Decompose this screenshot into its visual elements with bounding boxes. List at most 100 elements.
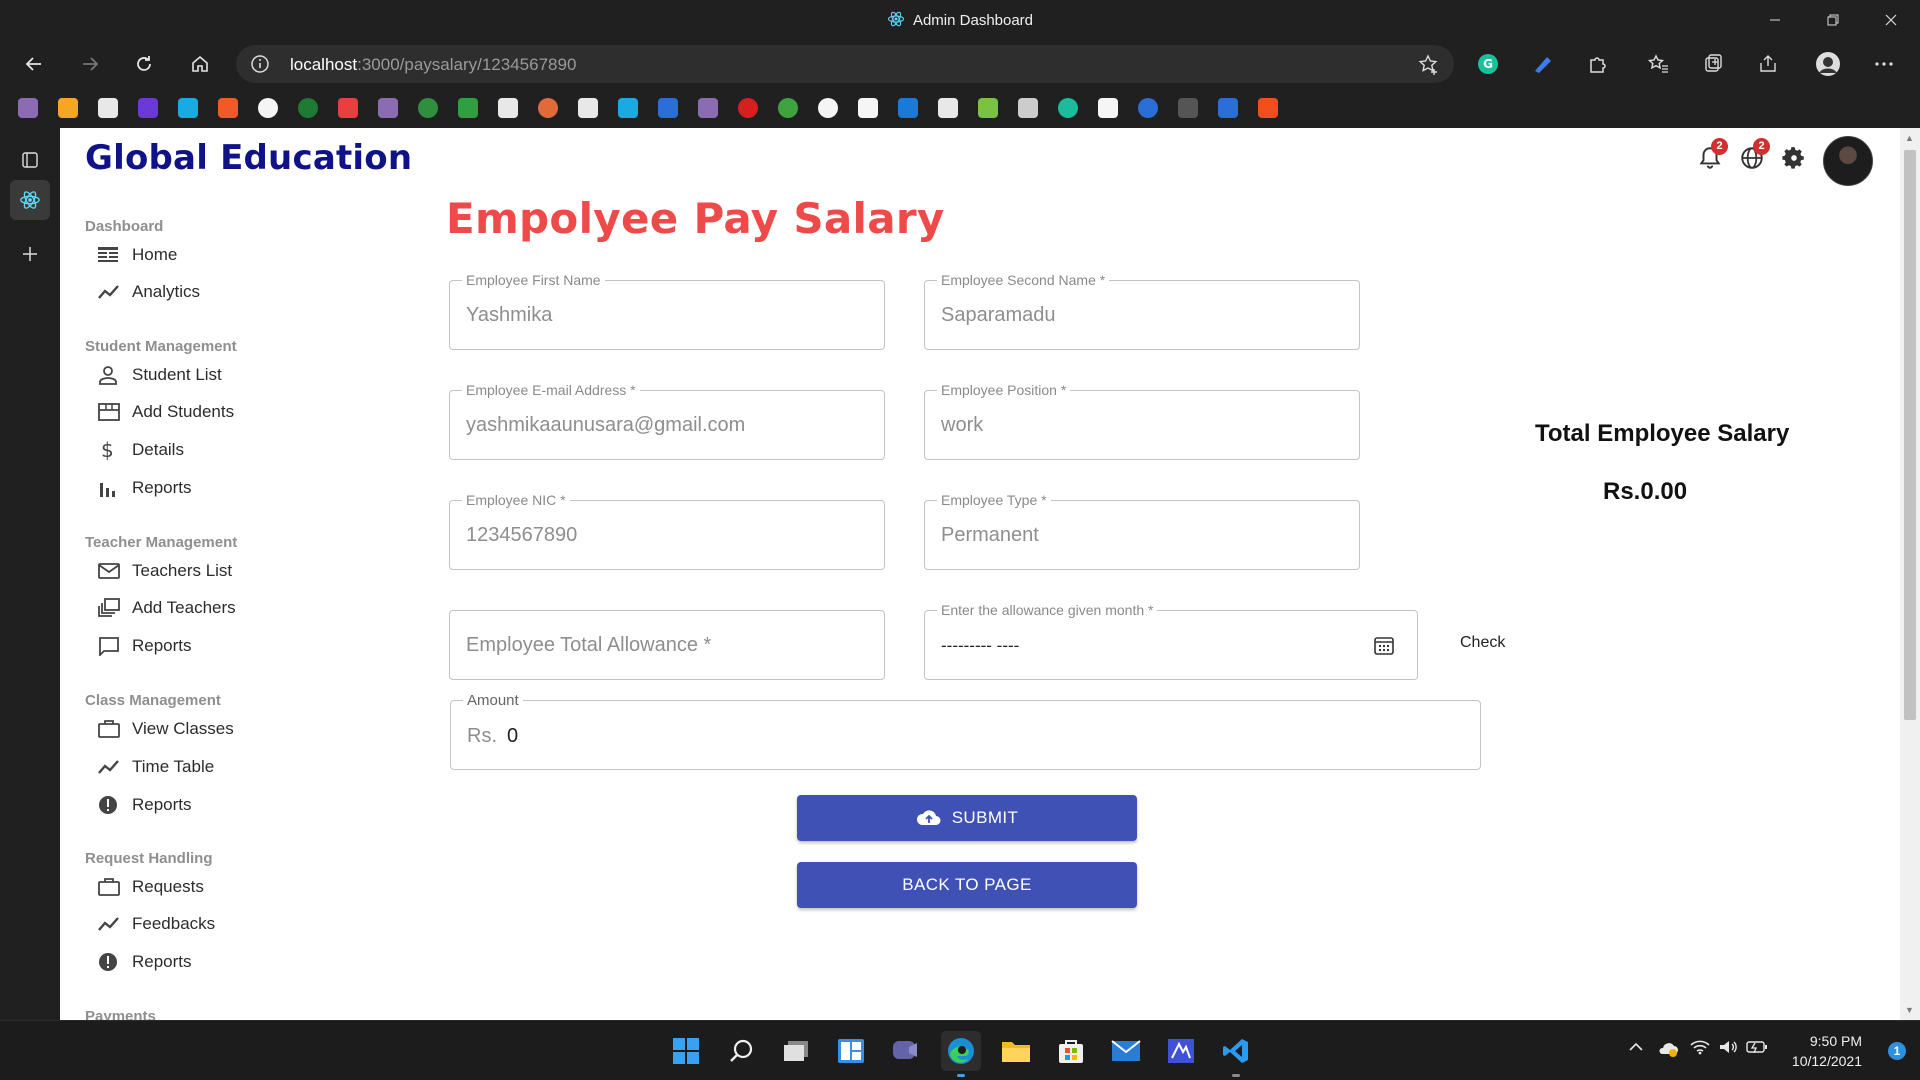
battery-icon[interactable] [1746,1039,1768,1058]
tab-actions-icon[interactable] [10,140,50,180]
bookmark-icon[interactable] [658,98,678,118]
minimize-icon[interactable] [1752,6,1798,34]
favorites-icon[interactable] [1640,46,1676,82]
bookmark-icon[interactable] [778,98,798,118]
language-icon[interactable]: 2 [1736,138,1770,174]
bookmark-icon[interactable] [298,98,318,118]
sidebar-item-view-classes[interactable]: View Classes [98,714,398,744]
sidebar-item-home[interactable]: Home [98,240,398,270]
second-name-field[interactable]: Employee Second Name * Saparamadu [924,272,1360,350]
sidebar-item-class-reports[interactable]: Reports [98,790,398,820]
check-button[interactable]: Check [1460,634,1505,652]
user-avatar[interactable] [1823,136,1873,186]
sidebar-item-add-teachers[interactable]: Add Teachers [98,593,398,623]
brand-logo-text[interactable]: Global Education [85,138,412,178]
settings-gear-icon[interactable] [1778,142,1810,174]
bookmark-icon[interactable] [258,98,278,118]
widgets-icon[interactable] [831,1031,871,1071]
calendar-icon[interactable] [1373,634,1395,661]
info-icon[interactable] [250,54,270,79]
bookmark-icon[interactable] [1218,98,1238,118]
nic-field[interactable]: Employee NIC * 1234567890 [449,492,885,570]
android-icon[interactable] [978,98,998,118]
task-view-icon[interactable] [776,1031,816,1071]
app-icon[interactable] [1161,1031,1201,1071]
add-favorite-icon[interactable] [1418,54,1440,81]
bookmark-page-icon[interactable] [98,98,118,118]
bookmark-icon[interactable] [858,98,878,118]
grammarly-icon[interactable]: G [1470,46,1506,82]
bookmark-page-icon[interactable] [498,98,518,118]
total-allowance-input[interactable]: Employee Total Allowance * [449,610,885,680]
bookmark-page-icon[interactable] [938,98,958,118]
search-icon[interactable] [721,1031,761,1071]
profile-avatar-icon[interactable] [1810,46,1846,82]
more-options-icon[interactable] [1866,46,1902,82]
bookmark-icon[interactable] [1018,98,1038,118]
back-arrow-icon[interactable] [16,46,52,82]
back-to-page-button[interactable]: BACK TO PAGE [797,862,1137,908]
bookmark-icon[interactable] [458,98,478,118]
sidebar-item-teacher-reports[interactable]: Reports [98,631,398,661]
email-field[interactable]: Employee E-mail Address * yashmikaaunusa… [449,382,885,460]
teams-chat-icon[interactable] [886,1031,926,1071]
vscode-icon[interactable] [1216,1031,1256,1077]
sidebar-item-details[interactable]: $ Details [98,435,398,465]
employee-type-field[interactable]: Employee Type * Permanent [924,492,1360,570]
bookmark-icon[interactable] [378,98,398,118]
bookmark-icon[interactable] [698,98,718,118]
forward-arrow-icon[interactable] [72,46,108,82]
microsoft-store-icon[interactable] [1051,1031,1091,1071]
restore-icon[interactable] [1810,6,1856,34]
sidebar-item-add-students[interactable]: Add Students [98,397,398,427]
sidebar-item-time-table[interactable]: Time Table [98,752,398,782]
sidebar-item-request-reports[interactable]: Reports [98,947,398,977]
bookmark-icon[interactable] [538,98,558,118]
edge-browser-icon[interactable] [941,1031,981,1077]
collections-icon[interactable] [1695,46,1731,82]
bookmark-icon[interactable] [178,98,198,118]
close-icon[interactable] [1868,6,1914,34]
figma-icon[interactable] [1258,98,1278,118]
page-scrollbar[interactable]: ▲ ▼ [1900,128,1920,1020]
amount-field[interactable]: Amount Rs. 0 [450,692,1481,770]
sidebar-item-requests[interactable]: Requests [98,872,398,902]
bookmark-icon[interactable] [1098,98,1118,118]
scrollbar-thumb[interactable] [1904,150,1916,720]
bookmark-icon[interactable] [1058,98,1078,118]
sidebar-item-teachers-list[interactable]: Teachers List [98,556,398,586]
extension-arrow-icon[interactable] [1525,46,1561,82]
scroll-down-icon[interactable]: ▼ [1905,1005,1914,1015]
address-bar[interactable]: localhost:3000/paysalary/1234567890 [236,45,1454,83]
wifi-icon[interactable] [1690,1039,1710,1058]
bookmark-icon[interactable] [1138,98,1158,118]
notification-center-badge[interactable]: 1 [1888,1042,1906,1060]
bookmark-icon[interactable] [138,98,158,118]
new-tab-icon[interactable] [10,234,50,274]
sidebar-item-student-reports[interactable]: Reports [98,473,398,503]
url-text[interactable]: localhost:3000/paysalary/1234567890 [290,55,576,75]
bookmark-icon[interactable] [1178,98,1198,118]
mail-app-icon[interactable] [1106,1031,1146,1071]
bookmark-icon[interactable] [418,98,438,118]
bookmark-page-icon[interactable] [578,98,598,118]
bookmark-icon[interactable] [898,98,918,118]
bookmark-icon[interactable] [618,98,638,118]
notifications-icon[interactable]: 2 [1694,138,1728,174]
volume-icon[interactable] [1718,1039,1738,1058]
position-field[interactable]: Employee Position * work [924,382,1360,460]
allowance-month-input[interactable]: Enter the allowance given month * ------… [924,602,1418,680]
github-icon[interactable] [818,98,838,118]
bookmark-icon[interactable] [218,98,238,118]
bookmark-icon[interactable] [738,98,758,118]
share-icon[interactable] [1750,46,1786,82]
bookmark-icon[interactable] [18,98,38,118]
show-hidden-icons-icon[interactable] [1628,1039,1644,1055]
sidebar-item-analytics[interactable]: Analytics [98,277,398,307]
extensions-puzzle-icon[interactable] [1580,46,1616,82]
system-clock[interactable]: 9:50 PM 10/12/2021 [1792,1031,1862,1071]
home-icon[interactable] [182,46,218,82]
scroll-up-icon[interactable]: ▲ [1905,133,1914,143]
first-name-field[interactable]: Employee First Name Yashmika [449,272,885,350]
windows-start-icon[interactable] [666,1031,706,1071]
